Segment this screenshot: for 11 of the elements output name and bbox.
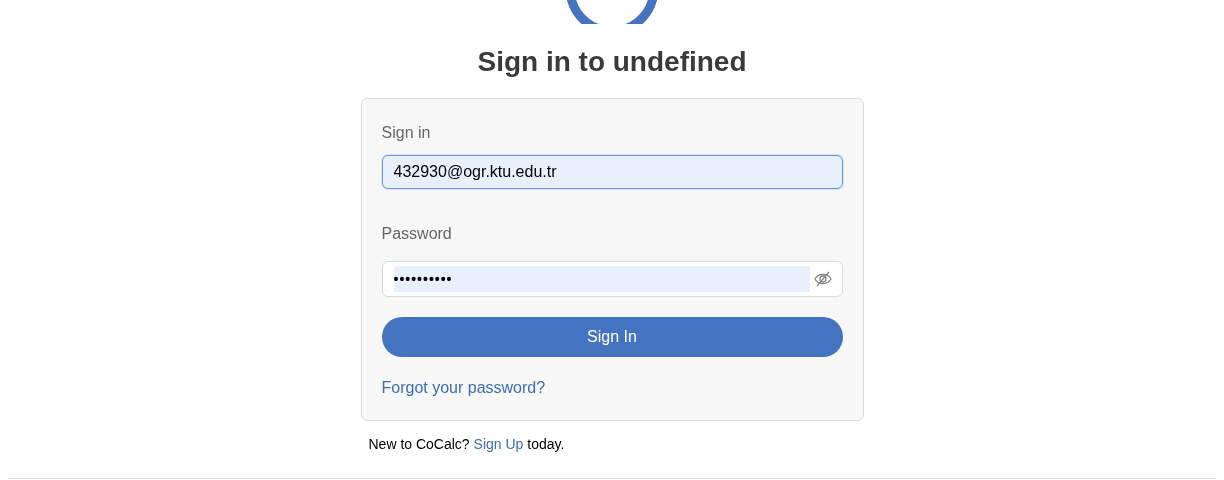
logo-icon — [567, 0, 657, 24]
sign-up-prompt: New to CoCalc? Sign Up today. — [368, 436, 565, 452]
email-field[interactable]: 432930@ogr.ktu.edu.tr — [381, 155, 843, 189]
eye-slash-icon[interactable] — [813, 271, 832, 287]
page-title: Sign in to undefined — [477, 45, 747, 79]
password-label: Password — [381, 224, 453, 244]
sign-up-link[interactable]: Sign Up — [473, 436, 524, 452]
email-label: Sign in — [381, 123, 432, 143]
sign-in-button[interactable]: Sign In — [381, 317, 843, 357]
forgot-password-link[interactable]: Forgot your password? — [381, 378, 546, 398]
password-field[interactable]: •••••••••• — [381, 261, 843, 297]
